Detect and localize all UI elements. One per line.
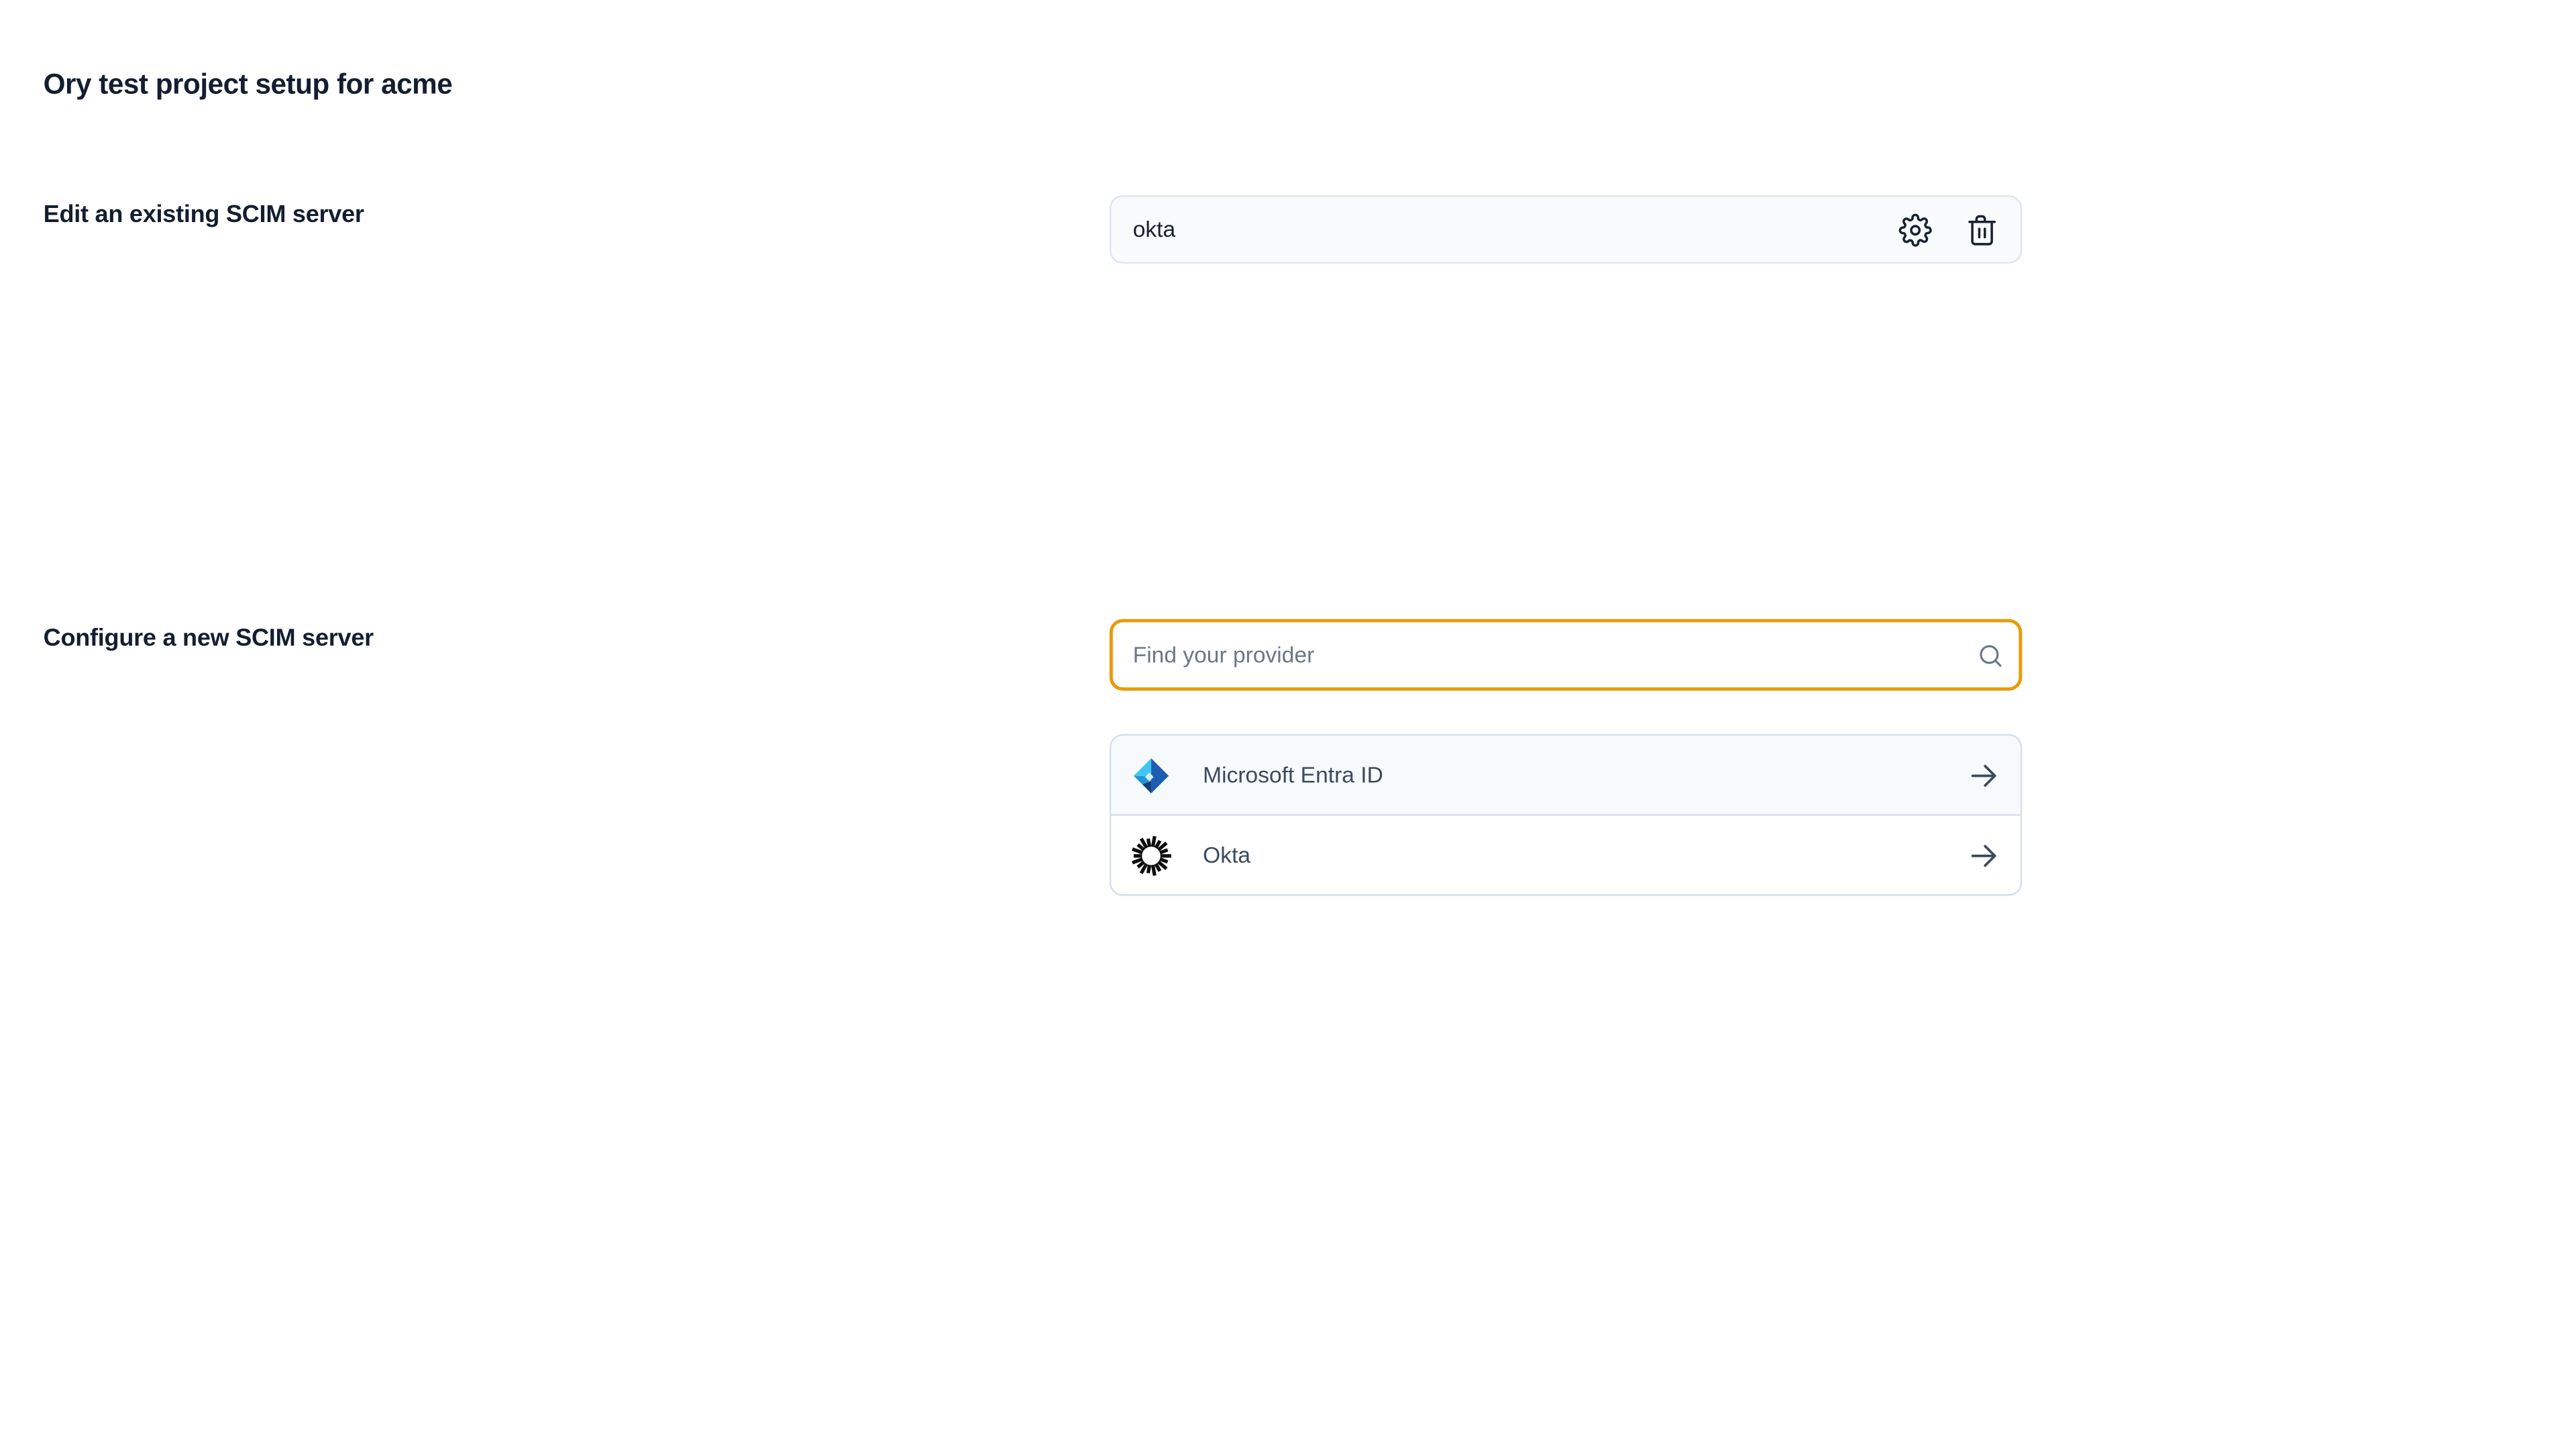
provider-name: Okta (1203, 843, 1967, 867)
existing-server-row[interactable]: okta (1110, 195, 2022, 264)
server-delete-button[interactable] (1960, 208, 2004, 252)
microsoft-entra-id-logo (1130, 753, 1173, 797)
edit-section-control-col: okta (1110, 195, 2022, 264)
server-settings-button[interactable] (1894, 208, 1937, 252)
provider-search (1110, 619, 2022, 691)
provider-search-input[interactable] (1110, 619, 2022, 691)
arrow-right-icon (1967, 839, 2000, 872)
trash-icon (1966, 213, 1999, 246)
app-canvas: Ory test project setup for acme Edit an … (0, 0, 2576, 1449)
gear-icon (1898, 213, 1932, 246)
scim-setup-page: Ory test project setup for acme Edit an … (0, 0, 2576, 896)
page-title: Ory test project setup for acme (44, 0, 2576, 102)
edit-section-label-col: Edit an existing SCIM server (44, 195, 1110, 230)
okta-logo (1130, 833, 1173, 877)
edit-section-heading: Edit an existing SCIM server (44, 200, 1110, 230)
arrow-right-icon (1967, 758, 2000, 792)
create-section-control-col: Microsoft Entra ID (1110, 619, 2022, 896)
provider-row-okta[interactable]: Okta (1111, 816, 2020, 894)
server-name-label: okta (1133, 217, 1894, 241)
create-section-label-col: Configure a new SCIM server (44, 619, 1110, 654)
provider-list: Microsoft Entra ID (1110, 734, 2022, 896)
create-section-heading: Configure a new SCIM server (44, 624, 1110, 654)
provider-row-microsoft-entra-id[interactable]: Microsoft Entra ID (1111, 736, 2020, 816)
section-configure-new-scim: Configure a new SCIM server (44, 619, 2576, 896)
section-edit-existing-scim: Edit an existing SCIM server okta (44, 195, 2576, 264)
provider-name: Microsoft Entra ID (1203, 763, 1967, 788)
